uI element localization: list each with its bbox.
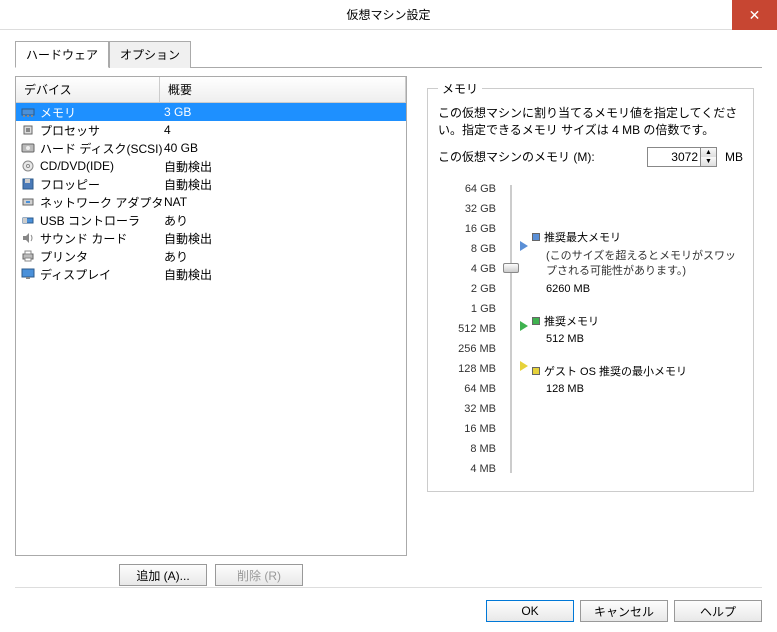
tick-label: 1 GB (438, 299, 496, 319)
device-summary: 自動検出 (164, 158, 406, 175)
legend-min: ゲスト OS 推奨の最小メモリ 128 MB (532, 363, 743, 395)
net-icon (20, 195, 36, 209)
table-row[interactable]: プロセッサ4 (16, 121, 406, 139)
titlebar: 仮想マシン設定 ✕ (0, 0, 777, 30)
device-name: メモリ (40, 104, 164, 121)
remove-button: 削除 (R) (215, 564, 303, 586)
device-name: ネットワーク アダプタ (40, 194, 164, 211)
sound-icon (20, 231, 36, 245)
floppy-icon (20, 177, 36, 191)
cancel-button[interactable]: キャンセル (580, 600, 668, 622)
device-summary: 3 GB (164, 105, 406, 119)
tick-label: 128 MB (438, 359, 496, 379)
display-icon (20, 267, 36, 281)
tick-label: 64 MB (438, 379, 496, 399)
tick-label: 16 MB (438, 419, 496, 439)
marker-rec-icon (520, 321, 528, 331)
memory-icon (20, 105, 36, 119)
device-name: ディスプレイ (40, 266, 164, 283)
col-device[interactable]: デバイス (16, 77, 160, 102)
device-name: フロッピー (40, 176, 164, 193)
tick-label: 512 MB (438, 319, 496, 339)
device-name: プリンタ (40, 248, 164, 265)
table-row[interactable]: CD/DVD(IDE)自動検出 (16, 157, 406, 175)
tab-options[interactable]: オプション (109, 41, 191, 68)
close-button[interactable]: ✕ (732, 0, 777, 30)
help-button[interactable]: ヘルプ (674, 600, 762, 622)
memory-slider[interactable] (496, 179, 526, 479)
ok-button[interactable]: OK (486, 600, 574, 622)
device-name: サウンド カード (40, 230, 164, 247)
table-row[interactable]: サウンド カード自動検出 (16, 229, 406, 247)
table-row[interactable]: ネットワーク アダプタNAT (16, 193, 406, 211)
marker-min-icon (520, 361, 528, 371)
memory-label: この仮想マシンのメモリ (M): (438, 148, 639, 165)
memory-desc: この仮想マシンに割り当てるメモリ値を指定してください。指定できるメモリ サイズは… (438, 105, 743, 139)
tick-label: 32 MB (438, 399, 496, 419)
memory-group: メモリ この仮想マシンに割り当てるメモリ値を指定してください。指定できるメモリ … (427, 80, 754, 492)
cd-icon (20, 159, 36, 173)
device-summary: あり (164, 248, 406, 265)
legend-rec: 推奨メモリ 512 MB (532, 313, 743, 345)
legend-max: 推奨最大メモリ (このサイズを超えるとメモリがスワップされる可能性があります。)… (532, 229, 743, 296)
device-summary: 自動検出 (164, 176, 406, 193)
tick-label: 2 GB (438, 279, 496, 299)
printer-icon (20, 249, 36, 263)
marker-max-icon (520, 241, 528, 251)
tick-label: 4 GB (438, 259, 496, 279)
device-name: USB コントローラ (40, 212, 164, 229)
square-icon (532, 317, 540, 325)
tick-label: 8 MB (438, 439, 496, 459)
device-summary: 40 GB (164, 141, 406, 155)
tab-hardware[interactable]: ハードウェア (15, 41, 109, 68)
usb-icon (20, 213, 36, 227)
device-table: デバイス 概要 メモリ3 GBプロセッサ4ハード ディスク(SCSI)40 GB… (15, 76, 407, 556)
device-summary: 自動検出 (164, 266, 406, 283)
tick-label: 32 GB (438, 199, 496, 219)
cpu-icon (20, 123, 36, 137)
table-row[interactable]: メモリ3 GB (16, 103, 406, 121)
memory-legend: メモリ (438, 80, 482, 97)
device-summary: 4 (164, 123, 406, 137)
tick-label: 64 GB (438, 179, 496, 199)
tick-label: 4 MB (438, 459, 496, 479)
memory-input[interactable] (648, 148, 700, 166)
col-summary[interactable]: 概要 (160, 77, 406, 102)
memory-unit: MB (725, 150, 743, 164)
device-name: CD/DVD(IDE) (40, 159, 164, 173)
table-row[interactable]: ハード ディスク(SCSI)40 GB (16, 139, 406, 157)
device-summary: 自動検出 (164, 230, 406, 247)
table-row[interactable]: プリンタあり (16, 247, 406, 265)
window-title: 仮想マシン設定 (346, 6, 430, 23)
spin-up-icon[interactable]: ▲ (701, 148, 716, 157)
square-icon (532, 367, 540, 375)
tick-label: 8 GB (438, 239, 496, 259)
hdd-icon (20, 141, 36, 155)
device-name: プロセッサ (40, 122, 164, 139)
spin-down-icon[interactable]: ▼ (701, 157, 716, 166)
memory-spinner[interactable]: ▲ ▼ (647, 147, 717, 167)
device-summary: NAT (164, 195, 406, 209)
tick-label: 256 MB (438, 339, 496, 359)
table-row[interactable]: USB コントローラあり (16, 211, 406, 229)
tick-label: 16 GB (438, 219, 496, 239)
square-icon (532, 233, 540, 241)
table-row[interactable]: フロッピー自動検出 (16, 175, 406, 193)
tab-strip: ハードウェア オプション (15, 40, 762, 68)
slider-thumb[interactable] (503, 263, 519, 273)
slider-ticks: 64 GB32 GB16 GB8 GB4 GB2 GB1 GB512 MB256… (438, 179, 496, 479)
table-row[interactable]: ディスプレイ自動検出 (16, 265, 406, 283)
device-name: ハード ディスク(SCSI) (40, 140, 164, 157)
add-button[interactable]: 追加 (A)... (119, 564, 207, 586)
device-summary: あり (164, 212, 406, 229)
